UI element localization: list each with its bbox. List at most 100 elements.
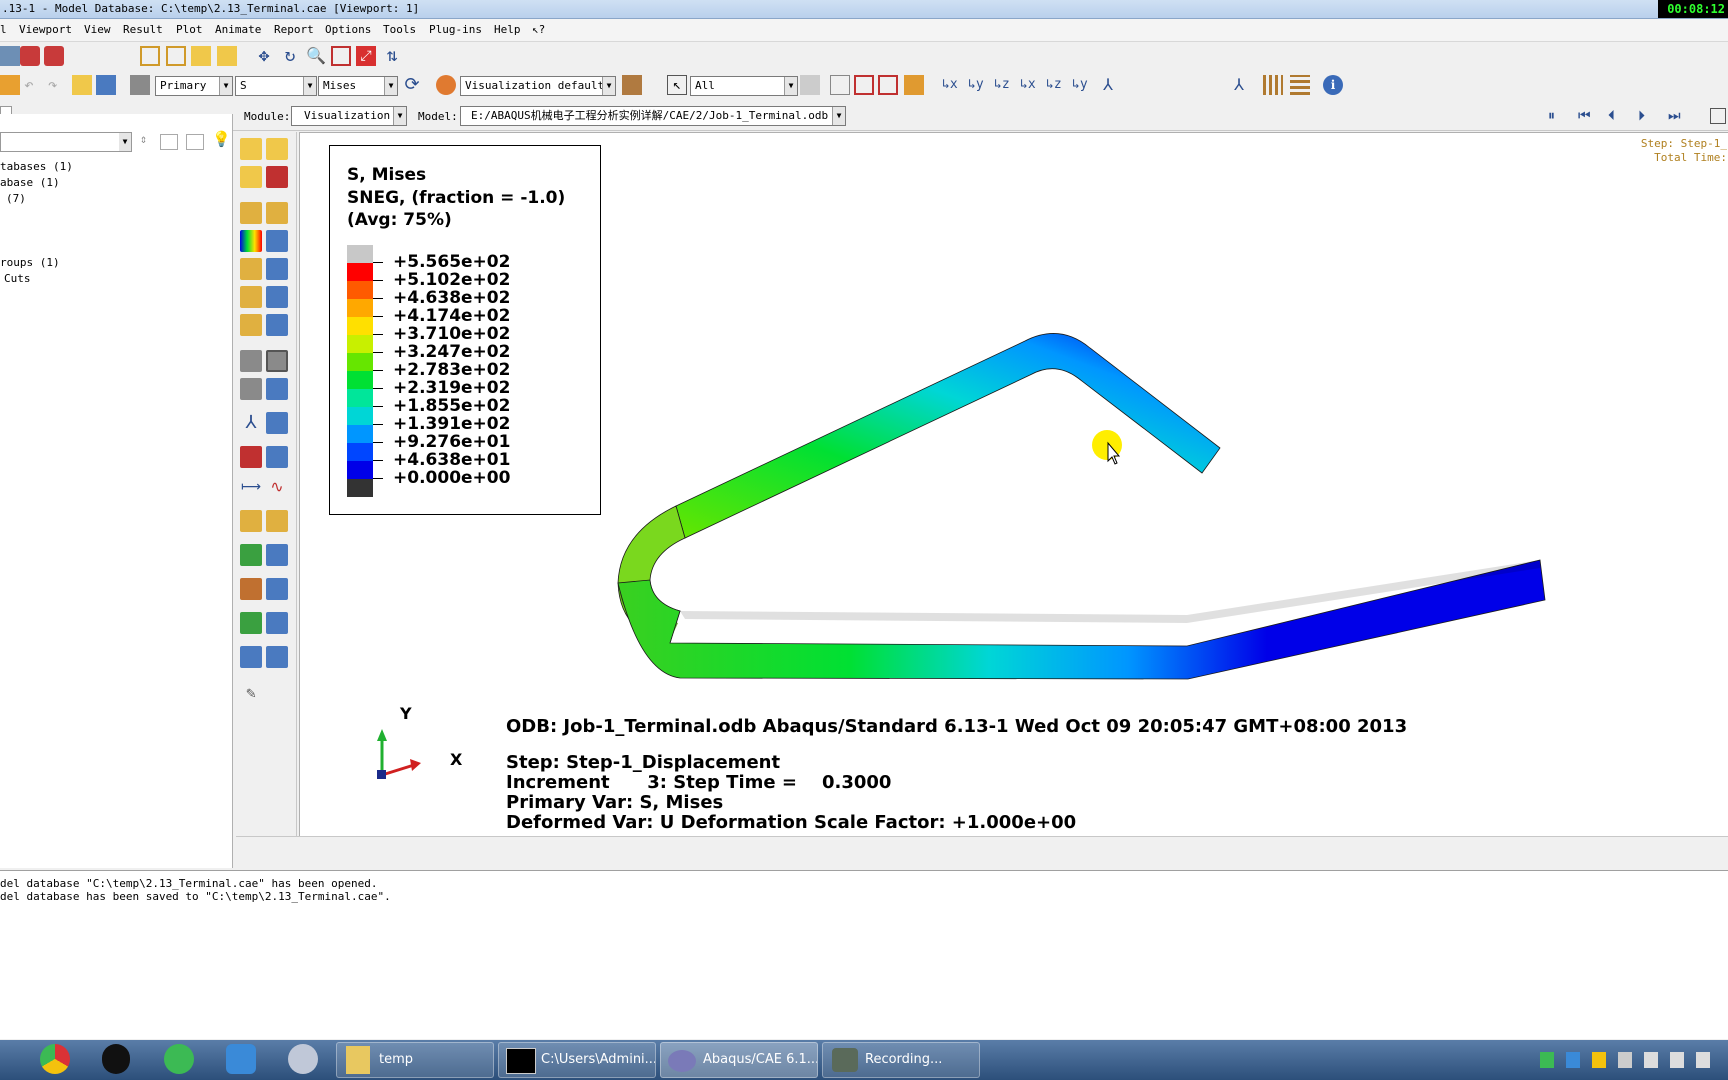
lightbulb-icon[interactable]: 💡 [212,130,231,148]
refresh-icon[interactable]: ⟳ [402,75,422,95]
palette-icon[interactable] [436,75,456,95]
path-manager-icon[interactable] [266,286,288,308]
browser-icon[interactable] [226,1044,256,1074]
display-group-manager-icon[interactable] [266,612,288,634]
visualization-defaults-combo[interactable]: Visualization defaults ▼ [460,76,616,96]
selection-combo[interactable]: All ▼ [690,76,798,96]
update-icon[interactable] [164,1044,194,1074]
view-zy-icon[interactable]: ↳z [1046,75,1066,95]
plot-contours-icon[interactable] [240,166,262,188]
display-group-create-icon[interactable] [240,612,262,634]
primary-combo[interactable]: Primary ▼ [155,76,233,96]
menu-options[interactable]: Options [325,23,371,36]
view-xz-icon[interactable]: ↳x [1020,75,1040,95]
view-solid-icon[interactable] [191,46,211,66]
field-table-icon[interactable] [96,75,116,95]
paint-icon[interactable] [288,1044,318,1074]
model-combo[interactable]: E:/ABAQUS机械电子工程分析实例详解/CAE/2/Job-1_Termin… [460,106,846,126]
plot-undeformed-icon[interactable] [240,138,262,160]
view-iso-icon[interactable] [166,46,186,66]
stream-manager-icon[interactable] [266,544,288,566]
tree-filter-icon[interactable] [186,134,204,150]
menu-report[interactable]: Report [274,23,314,36]
plot-deformed-icon[interactable] [266,138,288,160]
select-arrow-icon[interactable]: ↖ [667,75,687,95]
last-frame-icon[interactable]: ⏭ [1668,108,1681,124]
ruler-icon[interactable] [1263,75,1283,95]
variable-combo[interactable]: S ▼ [235,76,317,96]
sort-arrows-icon[interactable]: ⇕ [140,132,147,146]
animate-scale-icon[interactable] [240,350,262,372]
tree-item-groups[interactable]: roups (1) [0,256,60,269]
view-zx-icon[interactable]: ↳z [994,75,1014,95]
xy-data-manager-icon[interactable] [266,446,288,468]
superimpose-icon[interactable] [266,202,288,224]
plot-symbols-icon[interactable] [266,166,288,188]
box-zoom-icon[interactable] [331,46,351,66]
view-shaded-icon[interactable] [217,46,237,66]
first-frame-icon[interactable]: ⏮ [1578,108,1591,124]
view-cut-icon[interactable]: ⅄ [240,412,262,434]
animation-options-icon[interactable] [266,378,288,400]
pan-icon[interactable]: ✥ [254,46,274,66]
tray-power-icon[interactable] [1644,1052,1658,1068]
print-icon[interactable] [0,46,20,66]
tray-flag-icon[interactable] [1618,1052,1632,1068]
selection-options-icon[interactable] [800,75,820,95]
message-area[interactable]: del database "C:\temp\2.13_Terminal.cae"… [0,870,1728,1039]
menu-animate[interactable]: Animate [215,23,261,36]
stream-icon[interactable] [240,544,262,566]
module-combo[interactable]: Visualization ▼ [291,106,407,126]
tree-item-odb[interactable]: tabases (1) [0,160,73,173]
overlay-plot-icon[interactable] [240,646,262,668]
tree-item-cuts[interactable]: Cuts [4,272,31,285]
view-yx-icon[interactable]: ↳x [942,75,962,95]
rotate-icon[interactable]: ↻ [280,46,300,66]
material-orientation-icon[interactable] [240,258,262,280]
viewport-manager-icon[interactable] [1710,108,1726,124]
menu-view[interactable]: View [84,23,111,36]
xy-curve-icon[interactable]: ∿ [266,476,288,498]
display-body-icon[interactable] [240,578,262,600]
redo-icon[interactable]: ↷ [48,75,68,95]
menu-context-help[interactable]: ↖? [532,23,545,36]
tree-folder-icon[interactable] [160,134,178,150]
query-icon[interactable] [0,75,20,95]
tray-display-icon[interactable] [1696,1052,1710,1068]
tree-item-steps[interactable]: (7) [6,192,26,205]
previous-frame-icon[interactable]: ⏴ [1608,108,1615,124]
zoom-icon[interactable]: 🔍 [306,46,326,66]
menu-result[interactable]: Result [123,23,163,36]
create-xy-data-icon[interactable] [240,446,262,468]
export-icon[interactable] [44,46,64,66]
animate-harmonic-icon[interactable] [240,378,262,400]
menu-help[interactable]: Help [494,23,521,36]
xy-plot-icon[interactable]: ⟼ [240,476,262,498]
layer-manager-icon[interactable] [266,646,288,668]
render-style-icon[interactable] [622,75,642,95]
qq-icon[interactable] [102,1044,130,1074]
menu-tools[interactable]: Tools [383,23,416,36]
contour-options-icon[interactable] [240,230,262,252]
tree-filter-combo[interactable]: ▼ [0,132,132,152]
field-output-icon[interactable] [72,75,92,95]
step-frame-icon[interactable] [130,75,150,95]
pen-icon[interactable]: ✎ [240,682,262,704]
display-group-icon[interactable] [904,75,924,95]
remove-icon[interactable] [878,75,898,95]
undo-icon[interactable]: ↶ [24,75,44,95]
probe-manager-icon[interactable] [266,314,288,336]
contour-legend[interactable]: S, Mises SNEG, (fraction = -1.0) (Avg: 7… [329,145,601,515]
tray-volume-icon[interactable] [1670,1052,1684,1068]
invariant-combo[interactable]: Mises ▼ [318,76,398,96]
display-body-manager-icon[interactable] [266,578,288,600]
view-user-icon[interactable]: ⅄ [1229,75,1249,95]
tray-shield-icon[interactable] [1540,1052,1554,1068]
add-icon[interactable] [854,75,874,95]
view-cut-manager-icon[interactable] [266,412,288,434]
tree-item-database[interactable]: abase (1) [0,176,60,189]
ladder-icon[interactable] [1290,75,1310,95]
menu-file[interactable]: l [0,23,7,36]
save-icon[interactable] [20,46,40,66]
free-body-icon[interactable] [240,510,262,532]
